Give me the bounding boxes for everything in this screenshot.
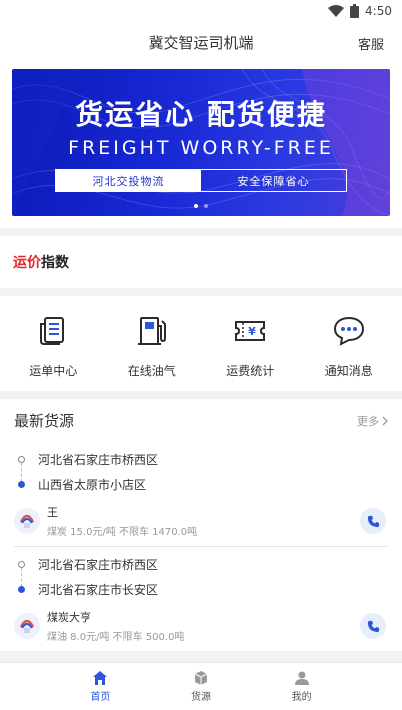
svg-text:¥: ¥ (248, 325, 256, 338)
cargo-box-icon (194, 670, 208, 685)
wifi-icon (328, 5, 345, 17)
call-button[interactable] (360, 508, 386, 534)
origin-address: 河北省石家庄市桥西区 (38, 558, 159, 572)
section-divider (0, 288, 402, 296)
battery-icon (350, 4, 360, 18)
nav-item-profile[interactable]: 我的 (251, 662, 352, 710)
chevron-right-icon (382, 416, 388, 425)
grid-item-fee-stats[interactable]: ¥ 运费统计 (205, 314, 295, 391)
avatar (14, 613, 40, 639)
avatar (14, 508, 40, 534)
grid-item-waybill-center[interactable]: 运单中心 (8, 314, 98, 391)
grid-item-label: 运单中心 (29, 364, 78, 378)
section-divider (0, 228, 402, 236)
cargo-owner-row: 王 煤炭 15.0元/吨 不限车 1470.0吨 (14, 504, 388, 538)
route-connector (21, 463, 22, 482)
origin-dot-icon (18, 456, 25, 463)
destination-address: 河北省石家庄市长安区 (38, 583, 159, 597)
customer-service-button[interactable]: 客服 (358, 34, 384, 53)
more-cargo-link[interactable]: 更多 (357, 413, 388, 429)
freight-index-title-red: 运价 (13, 255, 41, 271)
grid-item-notifications[interactable]: 通知消息 (304, 314, 394, 391)
banner-tag-left: 河北交投物流 (56, 170, 201, 191)
destination-dot-icon (18, 586, 25, 593)
latest-cargo-title: 最新货源 (14, 412, 75, 430)
section-divider (0, 391, 402, 399)
freight-index-title: 运价指数 (13, 252, 69, 272)
function-grid: 运单中心 在线油气 ¥ 运费统计 通知消息 (0, 296, 402, 391)
latest-cargo-header: 最新货源 更多 (14, 399, 388, 442)
bottom-nav-items: 首页 货源 我的 (50, 662, 352, 710)
banner-container: 货运省心 配货便捷 FREIGHT WORRY-FREE 河北交投物流 安全保障… (0, 62, 402, 228)
cargo-card[interactable]: 河北省石家庄市桥西区 河北省石家庄市长安区 煤炭大亨 煤油 8.0元/吨 不限车… (14, 547, 388, 651)
promo-banner[interactable]: 货运省心 配货便捷 FREIGHT WORRY-FREE 河北交投物流 安全保障… (12, 69, 390, 216)
waybill-icon (40, 317, 65, 345)
origin-dot-icon (18, 561, 25, 568)
cargo-owner-info: 王 煤炭 15.0元/吨 不限车 1470.0吨 (47, 504, 197, 538)
grid-item-label: 在线油气 (127, 364, 176, 378)
banner-dot[interactable] (194, 204, 198, 208)
shipper-avatar-icon (19, 514, 35, 528)
page-title: 冀交智运司机端 (148, 33, 254, 52)
phone-icon (367, 620, 379, 632)
nav-item-home[interactable]: 首页 (50, 662, 151, 710)
nav-label: 我的 (291, 691, 312, 703)
banner-tagline-bar: 河北交投物流 安全保障省心 (55, 169, 347, 192)
status-bar: 4:50 (0, 0, 402, 22)
banner-headline: 货运省心 配货便捷 (75, 98, 327, 131)
banner-pagination (12, 204, 390, 208)
cargo-card[interactable]: 河北省石家庄市桥西区 山西省太原市小店区 王 煤炭 15.0元/吨 不限车 14… (14, 442, 388, 547)
grid-item-label: 运费统计 (226, 364, 275, 378)
owner-name: 王 (47, 506, 58, 519)
grid-item-online-fuel[interactable]: 在线油气 (107, 314, 197, 391)
route-connector (21, 568, 22, 587)
latest-cargo-section: 最新货源 更多 河北省石家庄市桥西区 山西省太原市小店区 王 煤炭 15.0元/… (0, 399, 402, 651)
top-bar: 冀交智运司机端 客服 (0, 22, 402, 62)
grid-item-label: 通知消息 (324, 364, 373, 378)
phone-icon (367, 515, 379, 527)
nav-label: 首页 (90, 691, 111, 703)
cargo-owner-row: 煤炭大亨 煤油 8.0元/吨 不限车 500.0吨 (14, 609, 388, 643)
fuel-pump-icon (137, 317, 166, 345)
app-screen: 4:50 冀交智运司机端 客服 货运省心 配货便捷 FREIGHT WORRY-… (0, 0, 402, 710)
freight-index-section[interactable]: 运价指数 (0, 236, 402, 288)
cargo-route: 河北省石家庄市桥西区 山西省太原市小店区 (14, 448, 388, 498)
origin-address: 河北省石家庄市桥西区 (38, 453, 159, 467)
cargo-owner-info: 煤炭大亨 煤油 8.0元/吨 不限车 500.0吨 (47, 609, 184, 643)
banner-tag-right: 安全保障省心 (237, 174, 310, 188)
fee-ticket-icon: ¥ (235, 321, 266, 341)
status-time: 4:50 (365, 4, 392, 18)
call-button[interactable] (360, 613, 386, 639)
cargo-meta: 煤油 8.0元/吨 不限车 500.0吨 (47, 632, 185, 643)
user-icon (294, 671, 309, 685)
freight-index-title-black: 指数 (41, 255, 69, 271)
cargo-meta: 煤炭 15.0元/吨 不限车 1470.0吨 (47, 527, 198, 538)
destination-address: 山西省太原市小店区 (38, 478, 147, 492)
cargo-route: 河北省石家庄市桥西区 河北省石家庄市长安区 (14, 553, 388, 603)
message-icon (333, 316, 364, 346)
more-label: 更多 (357, 414, 379, 428)
shipper-avatar-icon (19, 619, 35, 633)
owner-name: 煤炭大亨 (47, 611, 91, 624)
bottom-nav: 首页 货源 我的 (0, 662, 402, 710)
nav-item-cargo[interactable]: 货源 (151, 662, 252, 710)
banner-subline: FREIGHT WORRY-FREE (68, 137, 334, 159)
destination-dot-icon (18, 481, 25, 488)
banner-dot[interactable] (204, 204, 208, 208)
nav-label: 货源 (191, 691, 211, 703)
home-icon (93, 670, 108, 685)
